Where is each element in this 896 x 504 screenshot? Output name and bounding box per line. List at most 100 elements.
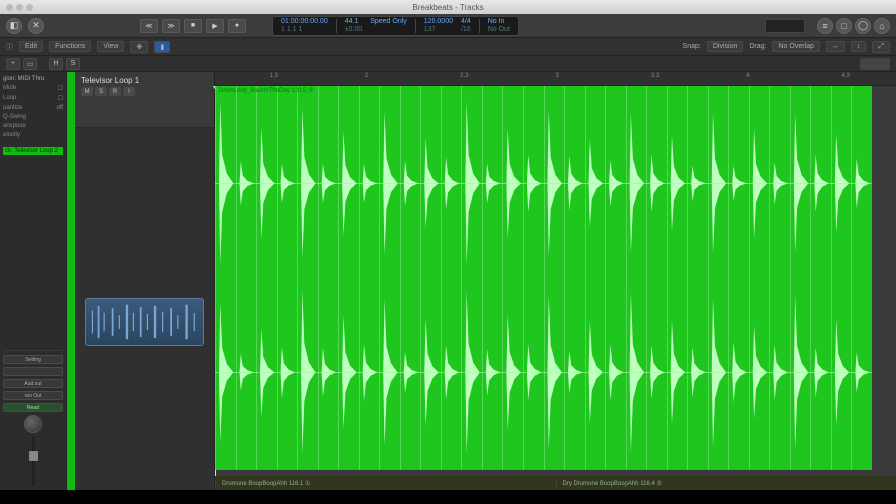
transient-marker[interactable] — [687, 86, 688, 470]
transient-marker[interactable] — [297, 86, 298, 470]
edit-menu[interactable]: Edit — [19, 41, 43, 52]
snap-value[interactable]: Division — [707, 41, 744, 52]
transient-marker[interactable] — [256, 86, 257, 470]
track-rec-button[interactable]: R — [109, 87, 121, 96]
lcd-display[interactable]: 01:00:00:00.00 1 1 1 1 44.1 ±0.00 Speed … — [272, 16, 519, 36]
transient-marker[interactable] — [544, 86, 545, 470]
loop-label: Loop — [3, 95, 16, 102]
transient-marker[interactable] — [338, 86, 339, 470]
transient-marker[interactable] — [708, 86, 709, 470]
volume-fader[interactable] — [3, 436, 63, 486]
zoom-v-icon[interactable]: ↕ — [851, 41, 867, 52]
transient-marker[interactable] — [482, 86, 483, 470]
transient-marker[interactable] — [277, 86, 278, 470]
transient-marker[interactable] — [831, 86, 832, 470]
transient-marker[interactable] — [585, 86, 586, 470]
transient-marker[interactable] — [359, 86, 360, 470]
zoom-h-icon[interactable]: ↔ — [826, 41, 845, 52]
lcd-rate: 44.1 — [345, 18, 362, 26]
lcd-tempo2: 137 — [424, 26, 453, 34]
transient-marker[interactable] — [502, 86, 503, 470]
transient-marker[interactable] — [667, 86, 668, 470]
rewind-button[interactable]: ≪ — [140, 19, 158, 33]
functions-menu[interactable]: Functions — [49, 41, 91, 52]
ruler-tick: 2 — [365, 73, 368, 79]
notes-icon[interactable]: □ — [836, 18, 852, 34]
dup-track-button[interactable]: ▭ — [23, 58, 37, 70]
drag-mode[interactable]: No Overlap — [772, 41, 819, 52]
play-button[interactable]: ▶ — [206, 19, 224, 33]
transient-marker[interactable] — [564, 86, 565, 470]
footer-cell-right: Dry Drumone BoopBoopAhh 116.4 ② — [556, 480, 896, 487]
info-icon[interactable]: ⓘ — [6, 42, 13, 52]
channel-strip: Setting Aud.out reo Out Read — [3, 350, 63, 486]
lcd-smpte: 01:00:00:00.00 — [281, 18, 328, 26]
control-bar: ◧ ✕ ≪ ≫ ■ ▶ ● 01:00:00:00.00 1 1 1 1 44.… — [0, 14, 896, 38]
track-mute-button[interactable]: M — [81, 87, 93, 96]
list-editors-icon[interactable]: ≡ — [817, 18, 833, 34]
transient-marker[interactable] — [318, 86, 319, 470]
ruler-tick: 2.3 — [460, 73, 468, 79]
transient-marker[interactable] — [626, 86, 627, 470]
transient-marker[interactable] — [646, 86, 647, 470]
ruler-tick: 3.3 — [651, 73, 659, 79]
inspector-toggle-icon[interactable]: ✕ — [28, 18, 44, 34]
automation-mode-button[interactable]: Read — [3, 403, 63, 412]
lcd-sig: 4/4 — [461, 18, 471, 26]
view-menu[interactable]: View — [97, 41, 124, 52]
transient-marker[interactable] — [851, 86, 852, 470]
track-name: Televisor Loop 1 — [81, 76, 208, 85]
transpose-label: anspose — [3, 123, 26, 129]
output-slot[interactable]: reo Out — [3, 391, 63, 400]
track-solo-button[interactable]: S — [95, 87, 107, 96]
transient-marker[interactable] — [769, 86, 770, 470]
quantize-value[interactable]: off — [56, 105, 63, 111]
track-header-list: Televisor Loop 1 M S R I — [75, 72, 215, 490]
traffic-min-icon[interactable] — [16, 4, 23, 11]
traffic-zoom-icon[interactable] — [26, 4, 33, 11]
transient-marker[interactable] — [461, 86, 462, 470]
transient-marker[interactable] — [790, 86, 791, 470]
transient-marker[interactable] — [810, 86, 811, 470]
catch-button[interactable] — [860, 58, 890, 70]
ruler-tick: 1.3 — [269, 73, 277, 79]
transient-marker[interactable] — [605, 86, 606, 470]
record-button[interactable]: ● — [228, 19, 246, 33]
tool-right-icon[interactable]: ▮ — [154, 41, 170, 53]
transient-marker[interactable] — [400, 86, 401, 470]
region-label: DrumLoop_BackInTheDay 120.5 ② — [219, 87, 313, 94]
transient-marker[interactable] — [420, 86, 421, 470]
browser-icon[interactable]: ⌂ — [874, 18, 890, 34]
bus-slot[interactable]: Aud.out — [3, 379, 63, 388]
add-track-button[interactable]: + — [6, 58, 20, 70]
library-toggle-icon[interactable]: ◧ — [6, 18, 22, 34]
ruler[interactable]: 1.3 2 2.3 3 3.3 4 4.3 — [215, 72, 896, 86]
global-s-button[interactable]: S — [66, 58, 80, 70]
transient-marker[interactable] — [523, 86, 524, 470]
transient-marker[interactable] — [441, 86, 442, 470]
audio-editor: 1.3 2 2.3 3 3.3 4 4.3 DrumLoop_BackInThe… — [215, 72, 896, 490]
cpu-meter — [765, 19, 805, 33]
drag-label: Drag: — [749, 43, 766, 50]
track-header[interactable]: Televisor Loop 1 M S R I — [75, 72, 214, 128]
track-header-label: ck: Televisor Loop 2 — [3, 147, 63, 155]
pan-knob[interactable] — [24, 415, 42, 433]
traffic-close-icon[interactable] — [6, 4, 13, 11]
global-h-button[interactable]: H — [49, 58, 63, 70]
audio-region[interactable]: DrumLoop_BackInTheDay 120.5 ② — [215, 86, 872, 470]
setting-button[interactable]: Setting — [3, 355, 63, 364]
transient-marker[interactable] — [379, 86, 380, 470]
forward-button[interactable]: ≫ — [162, 19, 180, 33]
track-input-button[interactable]: I — [123, 87, 135, 96]
transient-marker[interactable] — [236, 86, 237, 470]
eq-slot[interactable] — [3, 367, 63, 376]
stop-button[interactable]: ■ — [184, 19, 202, 33]
transient-marker[interactable] — [749, 86, 750, 470]
zoom-tool-icon[interactable]: ⤢ — [872, 41, 890, 53]
loops-icon[interactable]: ◯ — [855, 18, 871, 34]
transient-marker[interactable] — [215, 86, 216, 470]
tool-left-icon[interactable]: ✥ — [130, 41, 148, 53]
region-thumbnail[interactable] — [85, 298, 204, 346]
logic-app: Breakbeats - Tracks ◧ ✕ ≪ ≫ ■ ▶ ● 01:00:… — [0, 0, 896, 504]
transient-marker[interactable] — [728, 86, 729, 470]
